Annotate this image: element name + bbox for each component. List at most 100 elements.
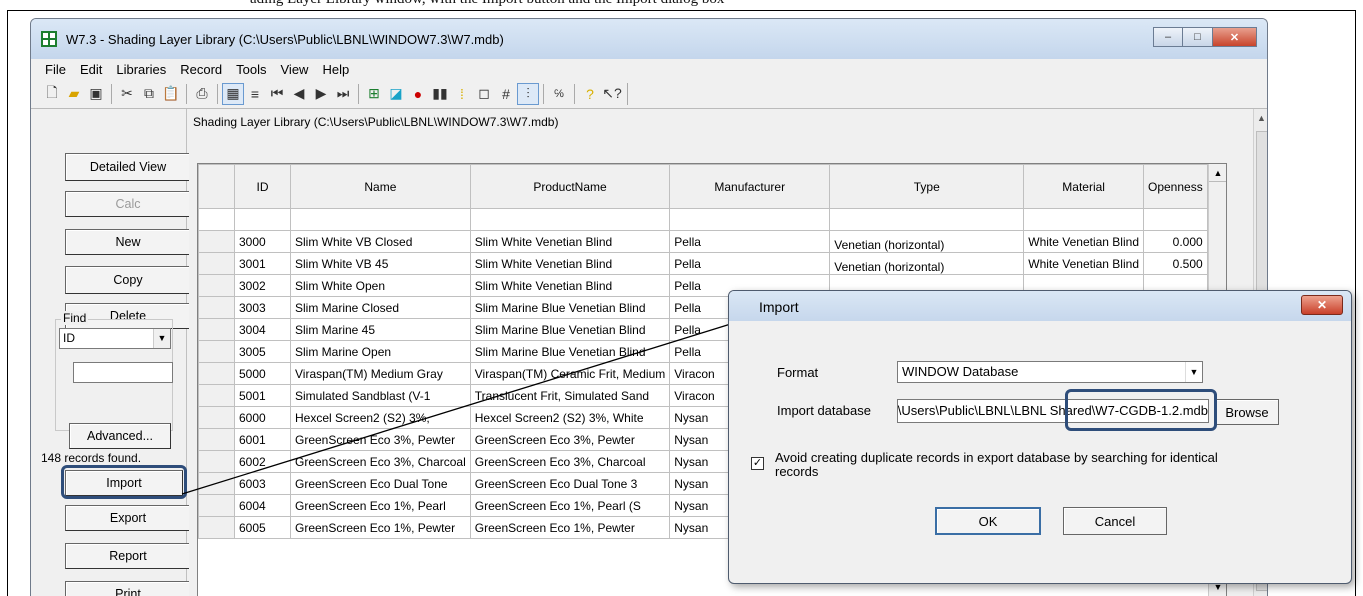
- prev-record-icon[interactable]: ◀: [288, 83, 310, 105]
- table-cell[interactable]: 3005: [234, 340, 291, 363]
- scroll-up-icon[interactable]: ▲: [1209, 164, 1226, 182]
- column-header[interactable]: Material: [1023, 164, 1144, 209]
- row-selector[interactable]: [198, 428, 235, 451]
- menu-view[interactable]: View: [281, 62, 309, 77]
- cancel-button[interactable]: Cancel: [1063, 507, 1167, 535]
- table-cell[interactable]: Translucent Frit, Simulated Sand: [469, 384, 671, 407]
- row-selector[interactable]: [198, 450, 235, 473]
- table-cell[interactable]: Venetian (horizontal): [829, 252, 1025, 275]
- column-header[interactable]: Manufacturer: [669, 164, 831, 209]
- menu-libraries[interactable]: Libraries: [116, 62, 166, 77]
- table-cell[interactable]: 6005: [234, 516, 291, 539]
- filter-cell[interactable]: [1143, 208, 1208, 231]
- column-header[interactable]: Openness: [1143, 164, 1208, 209]
- column-header[interactable]: ProductName: [469, 164, 671, 209]
- dialog-close-button[interactable]: ✕: [1301, 295, 1343, 315]
- row-selector[interactable]: [198, 472, 235, 495]
- gas-icon[interactable]: ●: [407, 83, 429, 105]
- row-selector[interactable]: [198, 274, 235, 297]
- menu-help[interactable]: Help: [322, 62, 349, 77]
- table-cell[interactable]: GreenScreen Eco Dual Tone 3: [469, 472, 671, 495]
- filter-cell[interactable]: [669, 208, 831, 231]
- find-field-select[interactable]: ID ▼: [59, 328, 171, 349]
- open-icon[interactable]: ▰: [63, 83, 85, 105]
- menu-edit[interactable]: Edit: [80, 62, 102, 77]
- avoid-duplicates-checkbox[interactable]: ✓: [751, 457, 764, 470]
- list-view-icon[interactable]: ≡: [244, 83, 266, 105]
- first-record-icon[interactable]: ⏮: [266, 83, 288, 105]
- grid-view-icon[interactable]: ▦: [222, 82, 244, 105]
- table-cell[interactable]: GreenScreen Eco 1%, Pewter: [290, 516, 471, 539]
- table-cell[interactable]: Slim White Venetian Blind: [469, 230, 671, 253]
- table-cell[interactable]: Slim White Open: [290, 274, 471, 297]
- table-cell[interactable]: GreenScreen Eco 1%, Pearl (S: [469, 494, 671, 517]
- last-record-icon[interactable]: ⏭: [332, 83, 354, 105]
- table-cell[interactable]: GreenScreen Eco 3%, Pewter: [469, 428, 671, 451]
- table-cell[interactable]: 5001: [234, 384, 291, 407]
- table-cell[interactable]: GreenScreen Eco 3%, Charcoal: [469, 450, 671, 473]
- filter-cell[interactable]: [1023, 208, 1144, 231]
- row-selector[interactable]: [198, 494, 235, 517]
- table-cell[interactable]: 3000: [234, 230, 291, 253]
- table-cell[interactable]: GreenScreen Eco 1%, Pewter: [469, 516, 671, 539]
- row-selector[interactable]: [198, 296, 235, 319]
- table-cell[interactable]: White Venetian Blind: [1023, 230, 1144, 253]
- table-cell[interactable]: Venetian (horizontal): [829, 230, 1025, 253]
- table-cell[interactable]: GreenScreen Eco Dual Tone: [290, 472, 471, 495]
- table-cell[interactable]: Slim Marine Blue Venetian Blind: [469, 296, 671, 319]
- close-button[interactable]: ✕: [1213, 27, 1257, 47]
- detailed-view-button[interactable]: Detailed View: [65, 153, 191, 181]
- frame-icon[interactable]: ▮▮: [429, 83, 451, 105]
- shading-icon[interactable]: ◻: [473, 83, 495, 105]
- table-cell[interactable]: 3004: [234, 318, 291, 341]
- table-cell[interactable]: Slim Marine Open: [290, 340, 471, 363]
- table-cell[interactable]: Slim Marine 45: [290, 318, 471, 341]
- maximize-button[interactable]: □: [1183, 27, 1213, 47]
- table-cell[interactable]: Hexcel Screen2 (S2) 3%,: [290, 406, 471, 429]
- table-cell[interactable]: Slim White VB 45: [290, 252, 471, 275]
- row-selector[interactable]: [198, 230, 235, 253]
- column-header[interactable]: ID: [234, 164, 291, 209]
- dialog-titlebar[interactable]: Import ✕: [729, 291, 1351, 321]
- chevron-down-icon[interactable]: ▼: [153, 329, 170, 348]
- row-selector[interactable]: [198, 384, 235, 407]
- table-cell[interactable]: White Venetian Blind: [1023, 252, 1144, 275]
- table-cell[interactable]: 6001: [234, 428, 291, 451]
- table-cell[interactable]: Slim White VB Closed: [290, 230, 471, 253]
- table-cell[interactable]: Viraspan(TM) Medium Gray: [290, 362, 471, 385]
- window-titlebar[interactable]: W7.3 - Shading Layer Library (C:\Users\P…: [31, 19, 1267, 59]
- save-icon[interactable]: ▣: [85, 83, 107, 105]
- menu-tools[interactable]: Tools: [236, 62, 266, 77]
- table-cell[interactable]: 0.000: [1143, 230, 1208, 253]
- whats-this-icon[interactable]: ↖?: [601, 83, 623, 105]
- cut-icon[interactable]: ✂: [116, 83, 138, 105]
- table-cell[interactable]: GreenScreen Eco 3%, Pewter: [290, 428, 471, 451]
- filter-cell[interactable]: [234, 208, 291, 231]
- row-selector[interactable]: [198, 318, 235, 341]
- table-cell[interactable]: GreenScreen Eco 1%, Pearl: [290, 494, 471, 517]
- browse-button[interactable]: Browse: [1215, 399, 1279, 425]
- print-icon[interactable]: ⎙: [191, 83, 213, 105]
- table-cell[interactable]: 6002: [234, 450, 291, 473]
- paste-icon[interactable]: 📋: [160, 83, 182, 105]
- table-cell[interactable]: Hexcel Screen2 (S2) 3%, White: [469, 406, 671, 429]
- table-cell[interactable]: Simulated Sandblast (V-1: [290, 384, 471, 407]
- export-button[interactable]: Export: [65, 505, 191, 531]
- table-cell[interactable]: GreenScreen Eco 3%, Charcoal: [290, 450, 471, 473]
- filter-cell[interactable]: [290, 208, 471, 231]
- table-cell[interactable]: Slim Marine Blue Venetian Blind: [469, 340, 671, 363]
- minimize-button[interactable]: –: [1153, 27, 1183, 47]
- row-selector[interactable]: [198, 516, 235, 539]
- window-icon[interactable]: ⊞: [363, 83, 385, 105]
- table-cell[interactable]: Slim Marine Closed: [290, 296, 471, 319]
- column-header[interactable]: Name: [290, 164, 471, 209]
- row-selector[interactable]: [198, 252, 235, 275]
- calc-icon[interactable]: ℅: [548, 83, 570, 105]
- table-cell[interactable]: 3003: [234, 296, 291, 319]
- table-cell[interactable]: Slim Marine Blue Venetian Blind: [469, 318, 671, 341]
- calc-button[interactable]: Calc: [65, 191, 191, 217]
- format-select[interactable]: WINDOW Database ▼: [897, 361, 1203, 383]
- new-icon[interactable]: 🗋: [41, 83, 63, 105]
- copy-icon[interactable]: ⧉: [138, 83, 160, 105]
- table-cell[interactable]: Viraspan(TM) Ceramic Frit, Medium: [469, 362, 671, 385]
